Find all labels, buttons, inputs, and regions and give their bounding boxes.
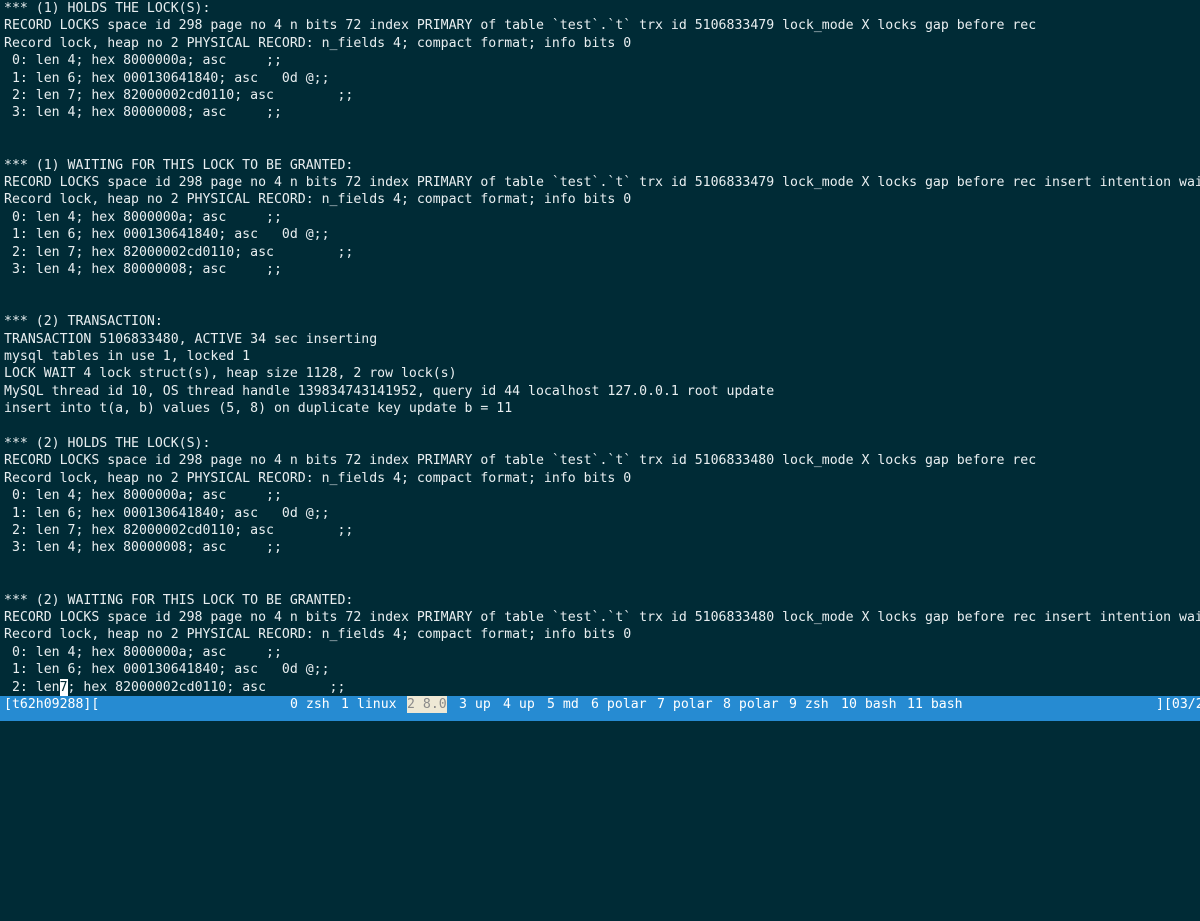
terminal-line: 2: len 7; hex 82000002cd0110; asc ;; — [4, 88, 354, 103]
terminal-line: *** (2) TRANSACTION: — [4, 314, 163, 330]
window-tab-3[interactable]: 3 up — [459, 696, 491, 713]
terminal-line: Record lock, heap no 2 PHYSICAL RECORD: … — [4, 192, 632, 208]
tmux-status-bar: [t62h09288][ 0 zsh 1 linux 2 8.0 3 up 4 … — [0, 696, 1200, 721]
terminal-line: RECORD LOCKS space id 298 page no 4 n bi… — [4, 175, 1200, 190]
terminal-line: *** (1) HOLDS THE LOCK(S): — [4, 1, 211, 16]
terminal-line: 1: len 6; hex 000130641840; asc 0d @;; — [4, 70, 330, 86]
terminal-line: 0: len 4; hex 8000000a; asc ;; — [4, 644, 282, 660]
terminal-line: 2: len 7; hex 82000002cd0110; asc ;; — [4, 523, 354, 538]
terminal-line: 3: len 4; hex 80000008; asc ;; — [4, 262, 282, 277]
session-name: [t62h09288][ — [4, 697, 100, 712]
text-cursor: 7 — [59, 678, 68, 696]
terminal-line: 2: len 7; hex 82000002cd0110; asc ;; — [4, 244, 354, 260]
terminal-line: 1: len 6; hex 000130641840; asc 0d @;; — [4, 505, 330, 521]
terminal-line: 0: len 4; hex 8000000a; asc ;; — [4, 209, 282, 225]
window-tab-8[interactable]: 8 polar — [723, 696, 779, 713]
cursor-line-after: ; hex 82000002cd0110; asc ;; — [67, 679, 346, 695]
terminal-line: RECORD LOCKS space id 298 page no 4 n bi… — [4, 18, 1037, 34]
terminal-line: mysql tables in use 1, locked 1 — [4, 349, 251, 364]
terminal-line: insert into t(a, b) values (5, 8) on dup… — [4, 401, 513, 417]
terminal-line: 3: len 4; hex 80000008; asc ;; — [4, 540, 282, 556]
terminal-line: RECORD LOCKS space id 298 page no 4 n bi… — [4, 453, 1037, 469]
window-tab-5[interactable]: 5 md — [547, 696, 579, 713]
terminal-line: *** (2) HOLDS THE LOCK(S): — [4, 436, 211, 451]
window-tab-11[interactable]: 11 bash — [907, 696, 963, 713]
terminal-line: MySQL thread id 10, OS thread handle 139… — [4, 383, 775, 399]
terminal-line: 0: len 4; hex 8000000a; asc ;; — [4, 53, 282, 69]
terminal-line: Record lock, heap no 2 PHYSICAL RECORD: … — [4, 627, 632, 643]
terminal-line: *** (1) WAITING FOR THIS LOCK TO BE GRAN… — [4, 157, 354, 173]
terminal-line-with-cursor: 2: len7; hex 82000002cd0110; asc ;; — [4, 678, 346, 696]
terminal-line: RECORD LOCKS space id 298 page no 4 n bi… — [4, 610, 1200, 625]
terminal-line: LOCK WAIT 4 lock struct(s), heap size 11… — [4, 366, 457, 382]
terminal-line: 1: len 6; hex 000130641840; asc 0d @;; — [4, 227, 330, 243]
terminal-line: 3: len 4; hex 80000008; asc ;; — [4, 105, 282, 121]
terminal-line: Record lock, heap no 2 PHYSICAL RECORD: … — [4, 35, 632, 51]
window-tab-9[interactable]: 9 zsh — [789, 696, 829, 713]
window-tab-0[interactable]: 0 zsh — [290, 696, 330, 713]
terminal-line: *** (2) WAITING FOR THIS LOCK TO BE GRAN… — [4, 592, 354, 608]
terminal-line: TRANSACTION 5106833480, ACTIVE 34 sec in… — [4, 331, 378, 347]
window-tab-10[interactable]: 10 bash — [841, 696, 897, 713]
window-tab-6[interactable]: 6 polar — [591, 696, 647, 713]
status-right: ][03/2 — [1156, 697, 1200, 712]
cursor-line-before: 2: len — [4, 679, 60, 695]
window-tab-4[interactable]: 4 up — [503, 696, 535, 713]
terminal-line: 0: len 4; hex 8000000a; asc ;; — [4, 488, 282, 504]
terminal-line: Record lock, heap no 2 PHYSICAL RECORD: … — [4, 470, 632, 486]
window-tab-7[interactable]: 7 polar — [657, 696, 713, 713]
terminal-output[interactable]: *** (1) HOLDS THE LOCK(S): RECORD LOCKS … — [0, 0, 1200, 696]
window-tab-1[interactable]: 1 linux — [341, 696, 397, 713]
window-tab-2-active[interactable]: 2 8.0 — [407, 696, 447, 713]
terminal-line: 1: len 6; hex 000130641840; asc 0d @;; — [4, 662, 330, 678]
